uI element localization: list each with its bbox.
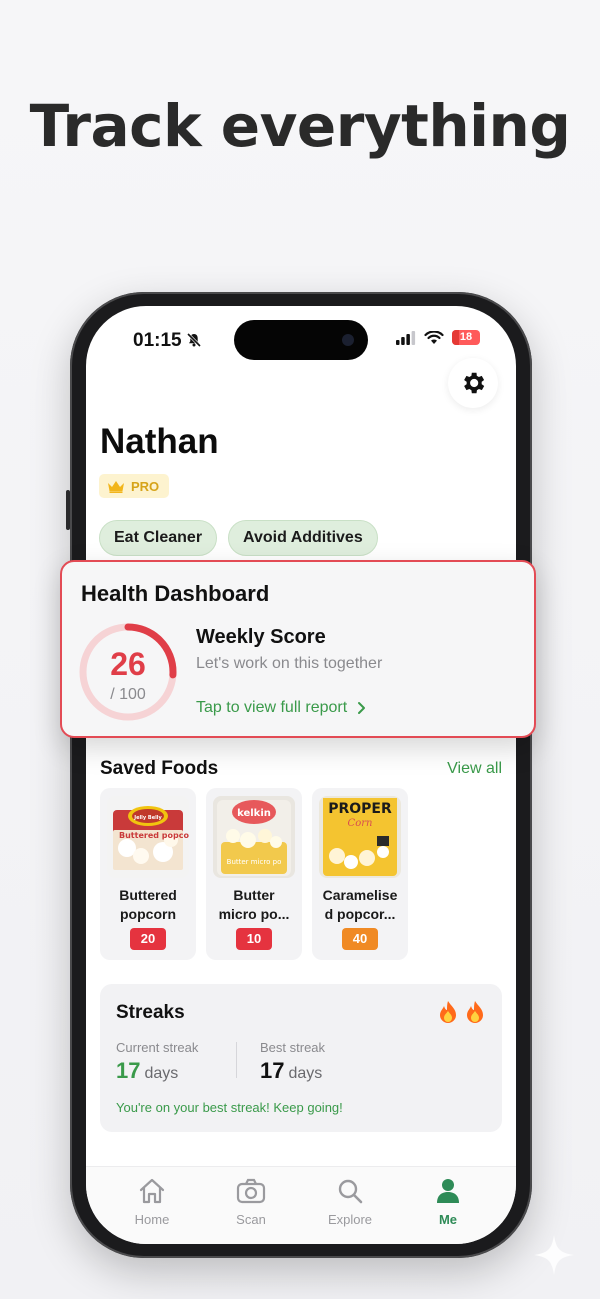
food-image: kelkin Butter micro po: [213, 796, 295, 878]
svg-text:Jelly Belly: Jelly Belly: [133, 815, 162, 821]
food-score-badge: 10: [236, 928, 272, 950]
user-name: Nathan: [100, 422, 219, 461]
dynamic-island: [234, 320, 368, 360]
goal-chip-avoid-additives[interactable]: Avoid Additives: [228, 520, 378, 556]
phone-screen: 01:15 18 Nathan PRO Eat Cleaner Avoid Ad…: [86, 306, 516, 1244]
battery-indicator: 18: [452, 330, 480, 345]
bottom-tab-bar: Home Scan Explore Me: [86, 1166, 516, 1244]
current-streak-label: Current streak: [116, 1040, 199, 1055]
status-icons: 18: [396, 330, 480, 345]
weekly-score-label: Weekly Score: [196, 626, 326, 648]
weekly-score-max: / 100: [110, 686, 146, 703]
search-icon: [338, 1179, 363, 1204]
tab-scan[interactable]: Scan: [216, 1177, 286, 1227]
food-card[interactable]: Buttered popcorn Jelly Belly Buttered po…: [100, 788, 196, 960]
crown-icon: [108, 480, 124, 493]
food-score-badge: 20: [130, 928, 166, 950]
hero-title: Track everything: [29, 92, 571, 160]
food-score-badge: 40: [342, 928, 378, 950]
svg-text:Buttered popcorn: Buttered popcorn: [119, 831, 189, 840]
tab-explore[interactable]: Explore: [315, 1177, 385, 1227]
chevron-right-icon: [358, 702, 366, 714]
svg-text:kelkin: kelkin: [237, 808, 271, 819]
streak-message: You're on your best streak! Keep going!: [116, 1100, 343, 1115]
phone-side-button: [66, 490, 70, 530]
status-time: 01:15: [133, 330, 182, 351]
svg-text:Butter micro po: Butter micro po: [227, 858, 282, 866]
person-icon: [437, 1179, 459, 1203]
view-full-report-link[interactable]: Tap to view full report: [196, 699, 367, 717]
signal-icon: [396, 330, 416, 345]
home-icon: [139, 1178, 165, 1204]
fire-icon: [467, 1001, 483, 1023]
best-streak-value: 17 days: [260, 1058, 323, 1083]
pro-badge: PRO: [99, 474, 170, 498]
phone-frame: 01:15 18 Nathan PRO Eat Cleaner Avoid Ad…: [66, 292, 532, 1258]
tab-home[interactable]: Home: [117, 1177, 187, 1227]
tab-me[interactable]: Me: [413, 1177, 483, 1227]
settings-button[interactable]: [448, 358, 498, 408]
weekly-score-value: 26: [110, 646, 146, 682]
svg-text:Corn: Corn: [348, 818, 373, 829]
gear-icon: [464, 372, 485, 394]
sparkle-icon: [534, 1235, 574, 1275]
fire-icon: [439, 1001, 456, 1023]
food-name: Butter micro po...: [218, 887, 290, 922]
wifi-icon: [424, 330, 444, 344]
food-image: PROPER Corn: [319, 796, 401, 878]
dashboard-title: Health Dashboard: [81, 581, 270, 606]
food-card[interactable]: PROPER Corn Caramelise d popcor... 40: [312, 788, 408, 960]
fire-icons: [437, 1000, 486, 1030]
streaks-card: Streaks Current streak 17 days Best strea…: [100, 984, 502, 1132]
streaks-title: Streaks: [116, 1002, 185, 1023]
best-streak-label: Best streak: [260, 1040, 326, 1055]
food-name: Buttered popcorn: [119, 887, 177, 922]
goal-chip-eat-cleaner[interactable]: Eat Cleaner: [99, 520, 218, 556]
current-streak-value: 17 days: [116, 1058, 179, 1083]
weekly-score-message: Let's work on this together: [196, 655, 383, 672]
bell-muted-icon: [186, 332, 202, 353]
front-camera: [342, 334, 354, 346]
camera-icon: [236, 1178, 266, 1204]
food-name: Caramelise d popcor...: [322, 887, 398, 922]
streak-divider: [236, 1042, 237, 1078]
food-image: Buttered popcorn Jelly Belly: [107, 796, 189, 878]
food-card[interactable]: kelkin Butter micro po Butter micro po..…: [206, 788, 302, 960]
saved-foods-title: Saved Foods: [100, 758, 219, 779]
view-all-link[interactable]: View all: [447, 760, 502, 778]
health-dashboard-card[interactable]: Health Dashboard 26 / 100 Weekly Score L…: [60, 560, 536, 738]
svg-text:PROPER: PROPER: [328, 801, 392, 817]
